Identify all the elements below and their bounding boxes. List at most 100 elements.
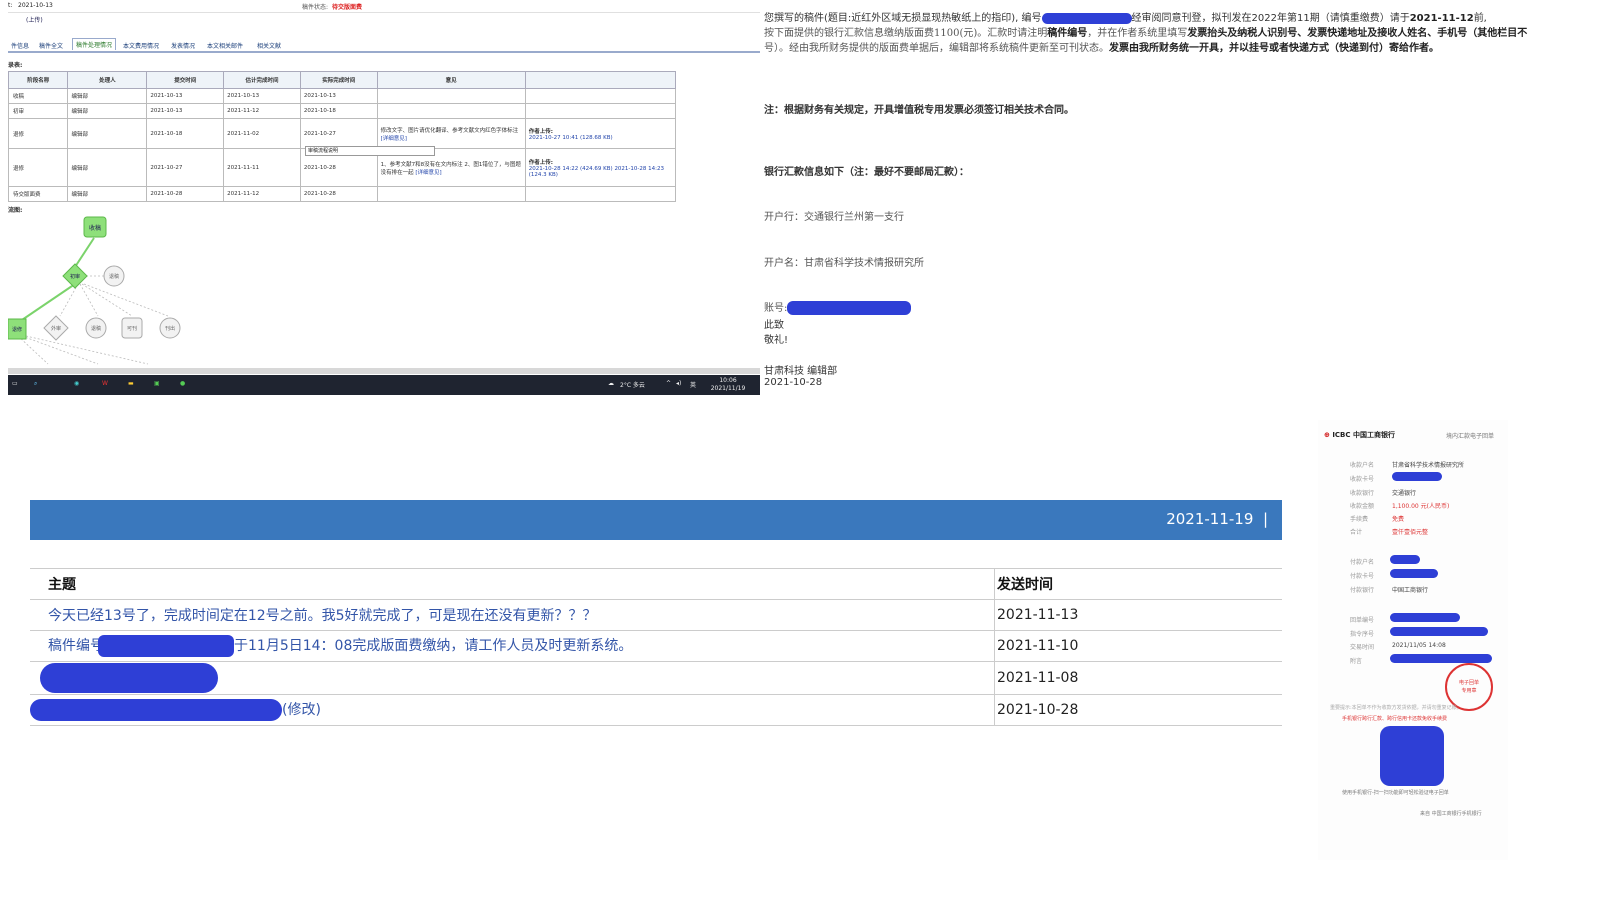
col-stage: 阶段名称 — [8, 71, 69, 89]
edge-icon[interactable]: ◉ — [74, 380, 79, 387]
upload-file-link[interactable]: 2021-10-27 10:41 (128.68 KB) — [529, 135, 613, 141]
windows-taskbar: ▭ ⌕ ◉ W ▬ ▣ ● ☁ 2°C 多云 ^ ◂) 英 10:06 2021/… — [8, 375, 760, 395]
weather-text[interactable]: 2°C 多云 — [620, 380, 645, 389]
wechat-icon[interactable]: ● — [180, 380, 185, 387]
message-row[interactable]: 2021-11-08 — [30, 661, 1282, 695]
col-handler: 处理人 — [67, 71, 148, 89]
payee-bank: 交通银行 — [1392, 490, 1417, 497]
memo-label: 附言 — [1350, 658, 1363, 665]
col-actual: 实际完成时间 — [299, 71, 378, 89]
redacted-account — [787, 301, 912, 315]
ime-indicator[interactable]: 英 — [690, 380, 696, 389]
record-label: 录表: — [8, 62, 23, 69]
flow-tooltip: 审稿流程说明 — [305, 146, 435, 156]
notice-line-1: 您撰写的稿件(题目:近红外区域无损显现热敏纸上的指印), 编号 经审阅同意刊登，拟… — [764, 12, 1487, 24]
message-subject[interactable]: 稿件编号 于11月5日14：08完成版面费缴纳，请工作人员及时更新系统。 — [30, 630, 995, 662]
payee-name-label: 收款户名 — [1350, 462, 1375, 469]
node-received-label: 收稿 — [89, 224, 101, 232]
message-time: 2021-11-10 — [994, 630, 1282, 662]
col-submit: 提交时间 — [146, 71, 225, 89]
upload-link[interactable]: (上传) — [8, 15, 43, 24]
processing-table: 阶段名称 处理人 提交时间 估计完成时间 实际完成时间 意见 收稿 编辑部 20… — [8, 71, 677, 202]
col-upload — [524, 71, 677, 89]
message-row[interactable]: (修改) 2021-10-28 — [30, 694, 1282, 726]
search-icon[interactable]: ⌕ — [34, 380, 37, 388]
message-time: 2021-11-13 — [994, 599, 1282, 631]
total: 壹仟壹佰元整 — [1392, 529, 1429, 536]
qr-hint: 使用手机银行-扫一扫功能即可轻松验证电子回单 — [1342, 790, 1449, 796]
payer-bank: 中国工商银行 — [1392, 587, 1429, 594]
receipt-no-redacted — [1390, 613, 1460, 622]
payee-card-redacted — [1392, 472, 1442, 481]
message-table: 主题 发送时间 今天已经13号了，完成时间定在12号之前。我5好就完成了，可是现… — [30, 568, 1282, 726]
receipt-source: 来自 中国工商银行手机银行 — [1420, 811, 1482, 817]
tab-processing[interactable]: 稿件处理情况 — [72, 38, 117, 50]
tray-up-icon[interactable]: ^ — [666, 380, 671, 387]
message-row[interactable]: 稿件编号 于11月5日14：08完成版面费缴纳，请工作人员及时更新系统。 2021… — [30, 630, 1282, 662]
fee: 免费 — [1392, 516, 1405, 523]
payer-name-redacted — [1390, 555, 1420, 564]
payee-bank-label: 收款银行 — [1350, 490, 1375, 497]
horizontal-scrollbar[interactable] — [8, 368, 760, 374]
payer-card-label: 付款卡号 — [1350, 573, 1375, 580]
payee-card-label: 收款卡号 — [1350, 476, 1375, 483]
payer-bank-label: 付款银行 — [1350, 587, 1375, 594]
folder-icon[interactable]: ▬ — [128, 380, 134, 387]
closing-2: 敬礼! — [764, 335, 789, 346]
table-row: 收稿 编辑部 2021-10-13 2021-10-13 2021-10-13 — [8, 88, 677, 104]
payer-card-redacted — [1390, 569, 1438, 578]
weather-icon[interactable]: ☁ — [608, 380, 614, 387]
message-subject[interactable]: (修改) — [30, 694, 995, 726]
tab-fulltext[interactable]: 稿件全文 — [36, 40, 66, 51]
tab-emails[interactable]: 本文相关邮件 — [204, 40, 246, 51]
bank-receipt: ⊕ ICBC 中国工商银行 境内汇款电子回单 收款户名 甘肃省科学技术情报研究所… — [1318, 420, 1508, 860]
status-value: 待交版面费 — [332, 4, 363, 11]
col-estimate: 估计完成时间 — [223, 71, 301, 89]
task-view-icon[interactable]: ▭ — [12, 380, 18, 387]
node-acceptable-label: 可刊 — [127, 325, 137, 332]
fee-label: 手续费 — [1350, 516, 1369, 523]
wps-icon[interactable]: W — [102, 380, 108, 387]
sign-date: 2021-10-28 — [764, 377, 823, 388]
payee-name: 甘肃省科学技术情报研究所 — [1392, 462, 1465, 469]
speaker-icon[interactable]: ◂) — [676, 380, 681, 387]
col-opinion: 意见 — [376, 71, 526, 89]
message-time: 2021-10-28 — [994, 694, 1282, 726]
tab-info[interactable]: 件信息 — [8, 40, 32, 51]
node-published-label: 刊出 — [165, 325, 175, 332]
redacted-id — [98, 635, 234, 657]
message-subject[interactable] — [30, 661, 995, 695]
account-number: 账号: — [764, 299, 912, 315]
trade-time: 2021/11/05 14:08 — [1392, 642, 1446, 649]
upload-cell: 作者上传: 2021-10-28 14:22 (424.69 KB) 2021-1… — [524, 148, 677, 187]
account-name: 开户名：甘肃省科学技术情报研究所 — [764, 258, 924, 269]
icbc-logo: ⊕ ICBC 中国工商银行 — [1324, 431, 1395, 439]
trade-time-label: 交易时间 — [1350, 644, 1375, 651]
payment-notice-letter: 您撰写的稿件(题目:近红外区域无损显现热敏纸上的指印), 编号 经审阅同意刊登，拟… — [762, 0, 1600, 400]
node-revise-label: 退修 — [12, 326, 22, 333]
table-row: 初审 编辑部 2021-10-13 2021-11-12 2021-10-18 — [8, 103, 677, 119]
tab-fees[interactable]: 本文费用情况 — [120, 40, 162, 51]
redacted-id — [1041, 12, 1132, 24]
submit-date: 2021-10-13 — [18, 2, 53, 9]
col-send-time: 发送时间 — [994, 568, 1282, 600]
date-header-bar: 2021-11-19 | — [30, 500, 1282, 540]
message-subject[interactable]: 今天已经13号了，完成时间定在12号之前。我5好就完成了，可是现在还没有更新？？… — [30, 599, 995, 631]
app-icon[interactable]: ▣ — [154, 380, 160, 387]
message-row[interactable]: 今天已经13号了，完成时间定在12号之前。我5好就完成了，可是现在还没有更新？？… — [30, 599, 1282, 631]
detail-link[interactable]: [详细意见] — [415, 170, 441, 176]
contract-note: 注：根据财务有关规定，开具增值税专用发票必须签订相关技术合同。 — [764, 105, 1074, 116]
svg-text:电子回单: 电子回单 — [1459, 679, 1479, 686]
clock[interactable]: 10:06 2021/11/19 — [708, 377, 748, 393]
tab-references[interactable]: 相关文献 — [254, 40, 284, 51]
opinion-cell: 修改文字、图片请优化翻译、参考文献文内红色字体标注 [详细意见] — [376, 118, 526, 149]
workflow-diagram: 收稿 初审 退稿 退修 外审 退稿 可刊 刊出 — [8, 216, 181, 365]
node-reject-2-label: 退稿 — [91, 325, 101, 332]
redacted-subject — [40, 663, 218, 693]
receipt-notice: 重要提示:本回单不作为收款方发货依据，并请勿重复记账。 — [1330, 705, 1462, 711]
tab-publication[interactable]: 发表情况 — [168, 40, 198, 51]
qr-code-redacted — [1380, 726, 1444, 786]
amount-label: 收款金额 — [1350, 503, 1375, 510]
detail-link[interactable]: [详细意见] — [381, 136, 407, 142]
signature: 甘肃科技 编辑部 — [764, 366, 838, 377]
